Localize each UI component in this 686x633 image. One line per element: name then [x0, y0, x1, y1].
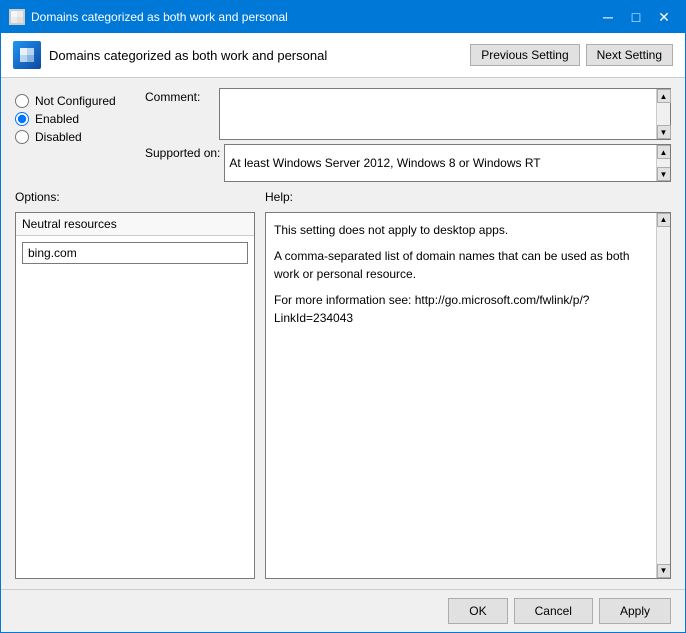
comment-scroll-down[interactable]: ▼	[657, 125, 671, 139]
help-label: Help:	[265, 190, 293, 204]
supported-label: Supported on:	[145, 144, 220, 160]
cancel-button[interactable]: Cancel	[514, 598, 593, 624]
right-fields: Comment: ▲ ▼ Supported on: At least Wind…	[145, 88, 671, 182]
title-bar-left: Domains categorized as both work and per…	[9, 9, 288, 25]
supported-scroll-up[interactable]: ▲	[657, 145, 671, 159]
top-section: Not Configured Enabled Disabled Comment:	[15, 88, 671, 182]
comment-area: ▲ ▼	[219, 88, 671, 140]
help-panel: This setting does not apply to desktop a…	[265, 212, 671, 579]
header-left: Domains categorized as both work and per…	[13, 41, 327, 69]
close-button[interactable]: ✕	[651, 7, 677, 27]
options-panel: Neutral resources	[15, 212, 255, 579]
content-area: Not Configured Enabled Disabled Comment:	[1, 78, 685, 589]
not-configured-row: Not Configured	[15, 94, 135, 108]
header-icon	[13, 41, 41, 69]
panels-row: Neutral resources This setting does not …	[15, 212, 671, 579]
enabled-radio[interactable]	[15, 112, 29, 126]
apply-button[interactable]: Apply	[599, 598, 671, 624]
not-configured-label[interactable]: Not Configured	[35, 94, 116, 108]
minimize-button[interactable]: ─	[595, 7, 621, 27]
radio-group: Not Configured Enabled Disabled	[15, 88, 135, 182]
comment-textarea[interactable]	[220, 89, 656, 139]
main-window: Domains categorized as both work and per…	[0, 0, 686, 633]
not-configured-radio[interactable]	[15, 94, 29, 108]
options-panel-header: Neutral resources	[16, 213, 254, 236]
supported-scrollbar: ▲ ▼	[656, 145, 670, 181]
ok-button[interactable]: OK	[448, 598, 507, 624]
previous-setting-button[interactable]: Previous Setting	[470, 44, 579, 66]
enabled-row: Enabled	[15, 112, 135, 126]
disabled-label[interactable]: Disabled	[35, 130, 82, 144]
title-bar-controls: ─ □ ✕	[595, 7, 677, 27]
help-text-2: A comma-separated list of domain names t…	[274, 247, 650, 283]
options-label: Options:	[15, 190, 255, 204]
supported-value: At least Windows Server 2012, Windows 8 …	[229, 156, 540, 170]
header-bar: Domains categorized as both work and per…	[1, 33, 685, 78]
maximize-button[interactable]: □	[623, 7, 649, 27]
help-text-3: For more information see: http://go.micr…	[274, 291, 650, 327]
comment-scrollbar: ▲ ▼	[656, 89, 670, 139]
section-labels: Options: Help:	[15, 190, 671, 204]
comment-row: Comment: ▲ ▼	[145, 88, 671, 140]
disabled-row: Disabled	[15, 130, 135, 144]
help-scrollbar: ▲ ▼	[656, 213, 670, 578]
help-text-1: This setting does not apply to desktop a…	[274, 221, 650, 239]
comment-label: Comment:	[145, 88, 215, 104]
supported-scroll-down[interactable]: ▼	[657, 167, 671, 181]
help-scroll-down[interactable]: ▼	[657, 564, 671, 578]
footer: OK Cancel Apply	[1, 589, 685, 632]
enabled-label[interactable]: Enabled	[35, 112, 79, 126]
help-scroll-up[interactable]: ▲	[657, 213, 671, 227]
comment-scroll-up[interactable]: ▲	[657, 89, 671, 103]
title-bar: Domains categorized as both work and per…	[1, 1, 685, 33]
supported-row: Supported on: At least Windows Server 20…	[145, 144, 671, 182]
neutral-resources-input[interactable]	[22, 242, 248, 264]
options-panel-input-area	[16, 236, 254, 270]
header-buttons: Previous Setting Next Setting	[470, 44, 673, 66]
next-setting-button[interactable]: Next Setting	[586, 44, 673, 66]
disabled-radio[interactable]	[15, 130, 29, 144]
title-bar-text: Domains categorized as both work and per…	[31, 10, 288, 24]
dialog-title: Domains categorized as both work and per…	[49, 48, 327, 63]
window-icon	[9, 9, 25, 25]
